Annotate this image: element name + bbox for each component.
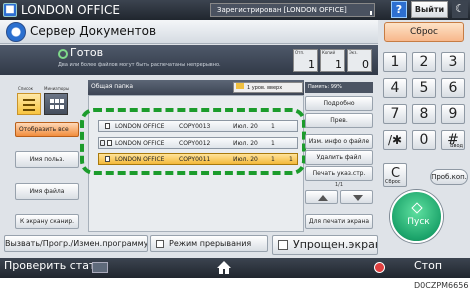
delete-file-button[interactable]: Удалить файл bbox=[305, 150, 373, 165]
document-icon bbox=[105, 123, 110, 129]
key-star[interactable]: /✱ bbox=[383, 130, 407, 150]
enter-label: Ввод bbox=[450, 143, 463, 149]
stop-icon[interactable] bbox=[374, 262, 385, 273]
document-icon bbox=[107, 140, 112, 146]
file-row[interactable]: LONDON OFFICE COPY0013 Июл. 20 1 bbox=[98, 120, 298, 132]
system-status-icon[interactable] bbox=[92, 262, 108, 273]
arrow-up-icon bbox=[318, 195, 328, 201]
stop-button[interactable]: Стоп bbox=[414, 259, 442, 272]
page-up-button[interactable] bbox=[305, 190, 338, 204]
key-3[interactable]: 3 bbox=[441, 52, 465, 72]
registered-status: Зарегистрирован [LONDON OFFICE] bbox=[210, 3, 375, 17]
file-row[interactable]: LONDON OFFICE COPY0012 Июл. 20 1 bbox=[98, 137, 298, 149]
copies-counter: Копий 1 bbox=[320, 49, 345, 72]
thumbnail-view-label: Миниатюры bbox=[44, 86, 70, 91]
logout-button[interactable]: Выйти bbox=[411, 1, 448, 18]
list-icon bbox=[23, 99, 35, 101]
simple-screen-button[interactable]: Упрощен.экран bbox=[272, 235, 378, 255]
lock-icon bbox=[100, 140, 105, 146]
document-icon bbox=[105, 156, 110, 162]
folder-path: Общая папка bbox=[91, 83, 134, 90]
file-row-selected[interactable]: LONDON OFFICE COPY0011 Июл. 20 1 1 bbox=[98, 153, 298, 165]
print-pages-button[interactable]: Печать указ.стр. bbox=[305, 166, 373, 181]
status-message: Два или более файлов могут быть распечат… bbox=[58, 62, 221, 68]
checkbox-icon bbox=[278, 240, 288, 250]
key-7[interactable]: 7 bbox=[383, 104, 407, 124]
interrupt-mode-button[interactable]: Режим прерывания bbox=[150, 235, 268, 252]
ready-status: Готов bbox=[70, 46, 104, 59]
display-all-button[interactable]: Отобразить все bbox=[15, 122, 79, 137]
key-0[interactable]: 0 bbox=[412, 130, 436, 150]
folder-up-icon bbox=[236, 83, 244, 89]
checkbox-icon bbox=[156, 239, 164, 248]
memory-indicator: Память: 99% bbox=[305, 82, 373, 93]
sets-counter: Отп. 1 bbox=[293, 49, 318, 72]
for-print-screen-button[interactable]: Для печати экрана bbox=[305, 214, 373, 229]
up-level-button[interactable]: 1 уров. вверх bbox=[233, 82, 303, 93]
arrow-down-icon bbox=[353, 195, 363, 201]
thumbnail-view-button[interactable] bbox=[44, 93, 68, 115]
print-order: 1 bbox=[289, 156, 293, 163]
file-info-button[interactable]: Изм. инфо о файле bbox=[305, 134, 373, 149]
list-view-button[interactable] bbox=[17, 93, 41, 115]
energy-saver-icon[interactable]: ☾ bbox=[452, 1, 468, 18]
key-1[interactable]: 1 bbox=[383, 52, 407, 72]
key-5[interactable]: 5 bbox=[412, 78, 436, 98]
number-keys: 1 2 3 4 5 6 7 8 9 /✱ 0 # Ввод bbox=[383, 52, 469, 157]
grid-icon bbox=[50, 99, 54, 103]
user-icon[interactable]: ■ bbox=[3, 3, 17, 17]
help-button[interactable]: ? bbox=[391, 1, 407, 18]
sample-copy-button[interactable]: Проб.коп. bbox=[430, 169, 468, 185]
key-2[interactable]: 2 bbox=[412, 52, 436, 72]
corner-icon bbox=[370, 11, 374, 15]
start-button[interactable]: Пуск bbox=[390, 190, 443, 243]
details-button[interactable]: Подробно bbox=[305, 96, 373, 111]
clear-key[interactable]: C Сброс bbox=[383, 163, 407, 187]
office-name: LONDON OFFICE bbox=[21, 3, 120, 17]
key-8[interactable]: 8 bbox=[412, 104, 436, 124]
page-indicator: 1/1 bbox=[334, 182, 344, 188]
start-icon bbox=[411, 202, 423, 214]
ready-icon bbox=[58, 49, 68, 59]
user-name-sort-button[interactable]: Имя польз. bbox=[15, 151, 79, 168]
page-down-button[interactable] bbox=[340, 190, 373, 204]
to-scanner-button[interactable]: К экрану сканир. bbox=[15, 214, 79, 229]
key-6[interactable]: 6 bbox=[441, 78, 465, 98]
key-9[interactable]: 9 bbox=[441, 104, 465, 124]
home-icon[interactable] bbox=[216, 260, 232, 275]
file-name-sort-button[interactable]: Имя файла bbox=[15, 183, 79, 200]
screen: ■ LONDON OFFICE Зарегистрирован [LONDON … bbox=[0, 0, 470, 278]
figure-code: D0CZPM6656 bbox=[414, 281, 469, 290]
list-view-label: Список bbox=[18, 86, 34, 91]
count-counter: Экз. 0 bbox=[347, 49, 372, 72]
document-server-icon bbox=[6, 22, 26, 42]
reset-button[interactable]: Сброс bbox=[384, 22, 464, 42]
key-hash[interactable]: # Ввод bbox=[441, 130, 465, 150]
preview-button[interactable]: Прев. bbox=[305, 113, 373, 128]
key-4[interactable]: 4 bbox=[383, 78, 407, 98]
page-title: Сервер Документов bbox=[30, 24, 157, 38]
program-button[interactable]: Вызвать/Прогр./Измен.программу bbox=[4, 235, 148, 252]
